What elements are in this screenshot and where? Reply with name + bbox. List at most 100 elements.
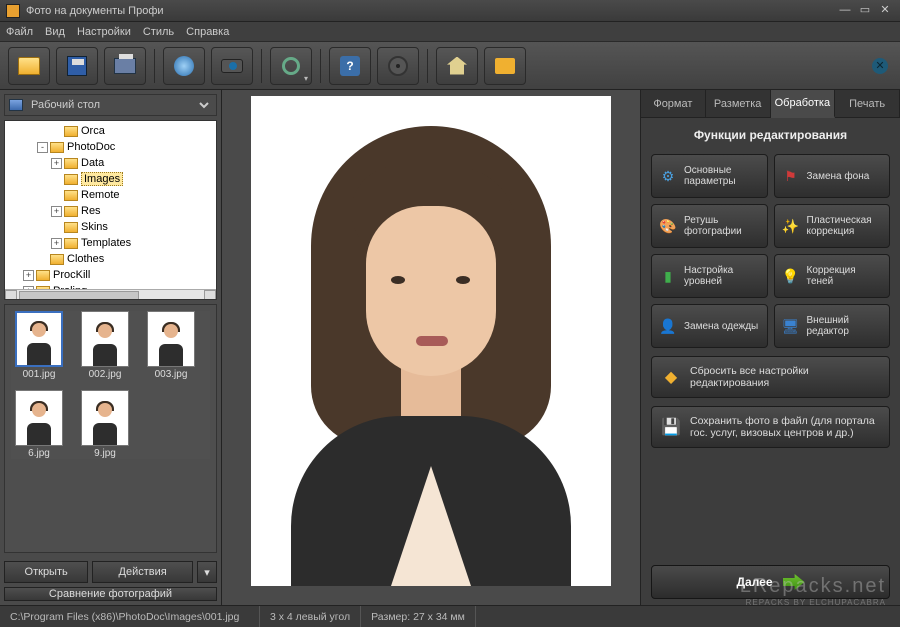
func-button-3[interactable]: ✨Пластическая коррекция bbox=[774, 204, 891, 248]
path-selector[interactable]: Рабочий стол bbox=[4, 94, 217, 116]
tool-home[interactable] bbox=[436, 47, 478, 85]
menu-view[interactable]: Вид bbox=[45, 26, 65, 38]
folder-icon bbox=[64, 158, 78, 169]
maximize-button[interactable]: ▭ bbox=[856, 4, 874, 18]
tabs: Формат Разметка Обработка Печать bbox=[641, 90, 900, 118]
tree-label: Templates bbox=[81, 237, 131, 249]
func-button-6[interactable]: 👤Замена одежды bbox=[651, 304, 768, 348]
tree-label: Clothes bbox=[67, 253, 104, 265]
path-dropdown[interactable]: Рабочий стол bbox=[27, 98, 212, 112]
help-icon: ? bbox=[340, 56, 360, 76]
expand-icon[interactable]: + bbox=[51, 238, 62, 249]
tree-node[interactable]: Orca bbox=[5, 123, 216, 139]
tool-help[interactable]: ? bbox=[329, 47, 371, 85]
tool-find[interactable] bbox=[270, 47, 312, 85]
photo-preview[interactable] bbox=[251, 96, 611, 586]
separator bbox=[320, 49, 321, 83]
tool-print[interactable] bbox=[104, 47, 146, 85]
expand-icon[interactable]: + bbox=[51, 158, 62, 169]
tree-node[interactable]: - PhotoDoc bbox=[5, 139, 216, 155]
func-icon: ▮ bbox=[658, 266, 678, 286]
tree-node[interactable]: Skins bbox=[5, 219, 216, 235]
scroll-left-icon[interactable]: ◂ bbox=[5, 290, 17, 300]
status-size: Размер: 27 x 34 мм bbox=[361, 606, 476, 627]
status-path: C:\Program Files (x86)\PhotoDoc\Images\0… bbox=[0, 606, 260, 627]
func-icon: ⚙ bbox=[658, 166, 678, 186]
reset-button[interactable]: ◆ Сбросить все настройки редактирования bbox=[651, 356, 890, 398]
folder-icon bbox=[64, 222, 78, 233]
close-button[interactable]: ✕ bbox=[876, 4, 894, 18]
func-icon: 💡 bbox=[781, 266, 801, 286]
tool-camera[interactable] bbox=[211, 47, 253, 85]
folder-icon bbox=[50, 254, 64, 265]
func-icon: ✨ bbox=[781, 216, 801, 236]
thumbnail[interactable]: 002.jpg bbox=[77, 311, 133, 380]
tree-label: PhotoDoc bbox=[67, 141, 115, 153]
tab-format[interactable]: Формат bbox=[641, 90, 706, 117]
compare-button[interactable]: Сравнение фотографий bbox=[4, 587, 217, 601]
save-file-button[interactable]: 💾 Сохранить фото в файл (для портала гос… bbox=[651, 406, 890, 448]
minimize-button[interactable]: — bbox=[836, 4, 854, 18]
tab-process[interactable]: Обработка bbox=[771, 90, 836, 118]
thumbnail[interactable]: 001.jpg bbox=[11, 311, 67, 380]
scroll-right-icon[interactable]: ▸ bbox=[204, 290, 216, 300]
actions-button[interactable]: Действия bbox=[92, 561, 193, 583]
expand-icon[interactable]: + bbox=[51, 206, 62, 217]
tree-node[interactable]: Images bbox=[5, 171, 216, 187]
thumbnail[interactable]: 9.jpg bbox=[77, 390, 133, 459]
tool-video[interactable] bbox=[377, 47, 419, 85]
status-crop: 3 x 4 левый угол bbox=[260, 606, 361, 627]
separator bbox=[261, 49, 262, 83]
tree-node[interactable]: Remote bbox=[5, 187, 216, 203]
preview-area bbox=[222, 90, 640, 605]
func-button-0[interactable]: ⚙Основные параметры bbox=[651, 154, 768, 198]
menu-help[interactable]: Справка bbox=[186, 26, 229, 38]
panel-close-icon[interactable]: ✕ bbox=[872, 58, 888, 74]
folder-icon bbox=[64, 174, 78, 185]
reset-icon: ◆ bbox=[660, 367, 682, 387]
thumb-caption: 9.jpg bbox=[77, 448, 133, 459]
thumbnail[interactable]: 6.jpg bbox=[11, 390, 67, 459]
tree-scrollbar[interactable]: ◂ ▸ bbox=[5, 289, 216, 300]
tree-node[interactable]: + Templates bbox=[5, 235, 216, 251]
func-button-5[interactable]: 💡Коррекция теней bbox=[774, 254, 891, 298]
right-panel: Формат Разметка Обработка Печать Функции… bbox=[640, 90, 900, 605]
folder-icon bbox=[64, 206, 78, 217]
expand-icon[interactable]: - bbox=[37, 142, 48, 153]
func-button-4[interactable]: ▮Настройка уровней bbox=[651, 254, 768, 298]
thumbnail[interactable]: 003.jpg bbox=[143, 311, 199, 380]
actions-dropdown[interactable]: ▾ bbox=[197, 561, 217, 583]
tool-web[interactable] bbox=[163, 47, 205, 85]
tool-open[interactable] bbox=[8, 47, 50, 85]
menu-style[interactable]: Стиль bbox=[143, 26, 174, 38]
func-button-2[interactable]: 🎨Ретушь фотографии bbox=[651, 204, 768, 248]
tab-print[interactable]: Печать bbox=[835, 90, 900, 117]
func-button-1[interactable]: ⚑Замена фона bbox=[774, 154, 891, 198]
folder-tree: Orca-PhotoDoc+DataImagesRemote+ResSkins+… bbox=[4, 120, 217, 300]
statusbar: C:\Program Files (x86)\PhotoDoc\Images\0… bbox=[0, 605, 900, 627]
scroll-thumb[interactable] bbox=[19, 291, 139, 300]
tree-label: Images bbox=[81, 172, 123, 186]
menubar: Файл Вид Настройки Стиль Справка bbox=[0, 22, 900, 42]
save-file-label: Сохранить фото в файл (для портала гос. … bbox=[690, 415, 881, 439]
folder-icon bbox=[36, 270, 50, 281]
tree-node[interactable]: Clothes bbox=[5, 251, 216, 267]
tree-node[interactable]: +Res bbox=[5, 203, 216, 219]
tree-label: Remote bbox=[81, 189, 120, 201]
left-panel: Рабочий стол Orca - PhotoDoc +DataImages Rem… bbox=[0, 90, 222, 605]
func-button-7[interactable]: 🖥Внешний редактор bbox=[774, 304, 891, 348]
menu-settings[interactable]: Настройки bbox=[77, 26, 131, 38]
tree-node[interactable]: +ProcKill bbox=[5, 267, 216, 283]
tool-cart[interactable] bbox=[484, 47, 526, 85]
func-icon: 🖥 bbox=[781, 316, 801, 336]
expand-icon[interactable]: + bbox=[23, 270, 34, 281]
menu-file[interactable]: Файл bbox=[6, 26, 33, 38]
func-icon: 👤 bbox=[658, 316, 678, 336]
print-icon bbox=[114, 58, 136, 74]
separator bbox=[427, 49, 428, 83]
tab-layout[interactable]: Разметка bbox=[706, 90, 771, 117]
tool-save[interactable] bbox=[56, 47, 98, 85]
open-button[interactable]: Открыть bbox=[4, 561, 88, 583]
func-label: Замена фона bbox=[807, 171, 870, 182]
tree-node[interactable]: +Data bbox=[5, 155, 216, 171]
